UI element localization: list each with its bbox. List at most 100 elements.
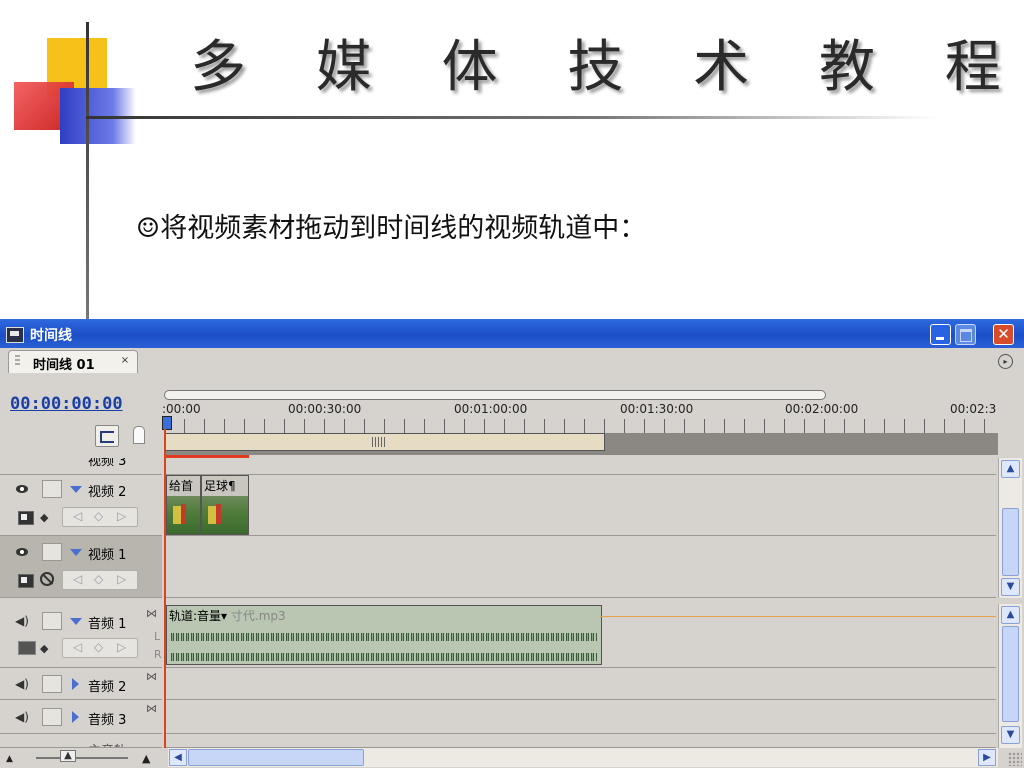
display-style-icon[interactable] — [18, 511, 34, 525]
resize-grip-icon[interactable] — [1008, 752, 1022, 766]
window-titlebar[interactable]: 时间线 ✕ — [0, 319, 1024, 348]
scroll-down-icon[interactable]: ▼ — [1001, 578, 1020, 596]
keyframe-off-icon[interactable] — [40, 572, 54, 586]
next-keyframe-icon[interactable]: ▷ — [117, 640, 126, 654]
ruler-ticks — [164, 419, 998, 433]
work-area-bar[interactable] — [164, 390, 826, 400]
panel-menu-icon[interactable]: ▸ — [998, 354, 1013, 369]
bowtie-icon: ⋈ — [146, 670, 157, 683]
track-lock-toggle[interactable] — [42, 543, 62, 561]
expand-triangle-icon[interactable] — [70, 618, 82, 625]
add-keyframe-icon[interactable]: ◇ — [94, 640, 103, 654]
horizontal-scroll-thumb[interactable] — [188, 749, 364, 766]
track-header-audio2[interactable]: ◀) 音频 2 ⋈ — [0, 668, 162, 700]
collapse-triangle-icon[interactable] — [72, 711, 79, 723]
volume-dropdown-icon[interactable]: ▾ — [221, 609, 227, 623]
video-clip-1[interactable]: 给首 — [166, 475, 201, 535]
track-header-audio1[interactable]: ◀) 音频 1 ⋈ ◆ ◁ ◇ ▷ L R — [0, 604, 162, 668]
track-area-audio1[interactable]: 轨道:音量▾ 寸代.mp3 — [164, 604, 996, 668]
keyframe-display-icon[interactable]: ◆ — [40, 643, 50, 654]
prev-keyframe-icon[interactable]: ◁ — [73, 640, 82, 654]
scroll-up-icon[interactable]: ▲ — [1001, 460, 1020, 478]
display-style-icon[interactable] — [18, 574, 34, 588]
next-keyframe-icon[interactable]: ▷ — [117, 572, 126, 586]
expand-triangle-icon[interactable] — [70, 486, 82, 493]
video-vertical-scrollbar[interactable]: ▲ ▼ — [998, 458, 1022, 598]
track-area-video3[interactable] — [164, 458, 996, 475]
track-name-master: 主音轨 — [88, 740, 127, 747]
add-keyframe-icon[interactable]: ◇ — [94, 509, 103, 523]
audio-clip[interactable]: 轨道:音量▾ 寸代.mp3 — [166, 605, 602, 665]
track-header-video1[interactable]: 视频 1 ◁ ◇ ▷ — [0, 536, 162, 598]
track-lock-toggle[interactable] — [42, 612, 62, 630]
scroll-down-icon[interactable]: ▼ — [1001, 726, 1020, 744]
track-header-audio3[interactable]: ◀) 音频 3 ⋈ — [0, 700, 162, 734]
scroll-up-icon[interactable]: ▲ — [1001, 606, 1020, 624]
close-button[interactable]: ✕ — [993, 324, 1014, 345]
track-lock-toggle[interactable] — [42, 708, 62, 726]
collapse-triangle-icon[interactable] — [72, 678, 79, 690]
playhead-line[interactable] — [164, 429, 166, 748]
speaker-icon[interactable]: ◀) — [15, 710, 31, 724]
audio-clip-volume-label: 轨道:音量 — [169, 609, 222, 623]
keyframe-navigator[interactable]: ◁ ◇ ▷ — [62, 507, 138, 527]
scroll-right-icon[interactable]: ▶ — [978, 749, 996, 766]
bowtie-icon: ⋈ — [146, 702, 157, 715]
next-keyframe-icon[interactable]: ▷ — [117, 509, 126, 523]
expand-triangle-icon[interactable] — [70, 549, 82, 556]
track-area-master[interactable] — [164, 734, 996, 748]
zoom-out-icon[interactable]: ▲ — [6, 754, 13, 764]
volume-rubberband[interactable] — [600, 616, 996, 617]
track-header-video2[interactable]: 视频 2 ◆ ◁ ◇ ▷ — [0, 475, 162, 536]
clip-thumbnail — [202, 496, 248, 534]
viewing-area-grip-icon[interactable] — [372, 437, 386, 447]
tab-timeline-01[interactable]: 时间线 01 × — [8, 350, 138, 373]
deco-vertical-line — [86, 22, 89, 322]
zoom-slider-thumb[interactable]: ▲ — [60, 750, 76, 762]
slide-caption: ☺将视频素材拖动到时间线的视频轨道中： — [136, 213, 647, 244]
eye-icon[interactable] — [15, 544, 31, 560]
snap-toggle-button[interactable] — [95, 425, 119, 447]
keyframe-display-icon[interactable]: ◆ — [40, 512, 50, 523]
track-lock-toggle[interactable] — [42, 480, 62, 498]
current-timecode[interactable]: 00:00:00:00 — [10, 394, 123, 414]
speaker-icon[interactable]: ◀) — [15, 614, 31, 628]
track-area-video2[interactable]: 给首 足球¶ — [164, 475, 996, 536]
tab-grip-icon[interactable] — [15, 355, 20, 367]
horizontal-scrollbar[interactable]: ◀ ▶ — [168, 748, 998, 767]
speaker-icon[interactable]: ◀) — [15, 677, 31, 691]
scroll-thumb[interactable] — [1002, 508, 1019, 576]
add-keyframe-icon[interactable]: ◇ — [94, 572, 103, 586]
tab-close-icon[interactable]: × — [119, 355, 131, 367]
keyframe-navigator[interactable]: ◁ ◇ ▷ — [62, 570, 138, 590]
keyframe-navigator[interactable]: ◁ ◇ ▷ — [62, 638, 138, 658]
ruler-time-2: 00:01:00:00 — [454, 402, 528, 416]
channel-label-r: R — [154, 648, 162, 661]
track-name-audio2: 音频 2 — [88, 680, 127, 695]
eye-icon[interactable] — [15, 481, 31, 497]
track-area-audio3[interactable] — [164, 700, 996, 734]
video-clip-2[interactable]: 足球¶ — [201, 475, 249, 535]
zoom-in-icon[interactable]: ▲ — [142, 752, 150, 765]
track-lock-toggle[interactable] — [42, 675, 62, 693]
scroll-thumb[interactable] — [1002, 626, 1019, 722]
clip-label: 足球¶ — [204, 479, 236, 493]
waveform-right — [171, 653, 597, 661]
set-marker-button[interactable] — [133, 426, 145, 444]
track-header-video3[interactable]: 视频 3 — [0, 458, 162, 475]
bowtie-icon: ⋈ — [146, 607, 157, 620]
track-area-audio2[interactable] — [164, 668, 996, 700]
playhead-handle[interactable] — [162, 416, 172, 430]
minimize-button[interactable] — [930, 324, 951, 345]
track-area-video1[interactable] — [164, 536, 996, 598]
prev-keyframe-icon[interactable]: ◁ — [73, 509, 82, 523]
maximize-button[interactable] — [955, 324, 976, 345]
prev-keyframe-icon[interactable]: ◁ — [73, 572, 82, 586]
track-header-master[interactable]: 主音轨 — [0, 734, 162, 748]
zoom-slider-track[interactable] — [36, 757, 128, 759]
tab-label: 时间线 01 — [33, 358, 95, 373]
audio-vertical-scrollbar[interactable]: ▲ ▼ — [998, 604, 1022, 748]
waveform-display-icon[interactable] — [18, 641, 36, 655]
ruler-time-0: :00:00 — [162, 402, 201, 416]
scroll-left-icon[interactable]: ◀ — [169, 749, 187, 766]
